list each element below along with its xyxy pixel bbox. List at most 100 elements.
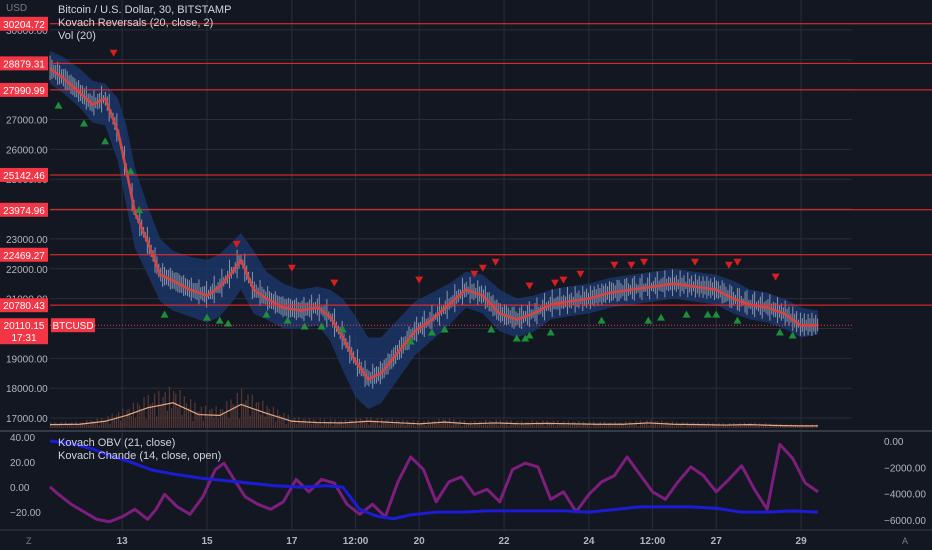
volume-bar — [521, 420, 523, 428]
zoom-toggle-button[interactable]: Z — [26, 536, 32, 546]
volume-bar — [190, 399, 192, 428]
volume-bar — [533, 424, 536, 428]
volume-bar — [635, 420, 637, 428]
volume-bar — [274, 421, 277, 428]
osc-right-tick: −2000.00 — [884, 463, 926, 474]
volume-bar — [268, 408, 270, 428]
volume-bar — [682, 422, 684, 428]
osc-right-tick: −4000.00 — [884, 490, 926, 501]
volume-bar — [423, 420, 425, 428]
volume-bar — [310, 424, 313, 428]
volume-bar — [109, 424, 111, 428]
volume-bar — [183, 396, 185, 428]
volume-bar — [459, 419, 461, 428]
legend-symbol[interactable]: Bitcoin / U.S. Dollar, 30, BITSTAMP — [58, 4, 231, 17]
volume-bar — [629, 421, 631, 428]
volume-bar — [506, 420, 508, 428]
volume-bar — [255, 402, 258, 428]
volume-bar — [385, 420, 387, 428]
volume-bar — [618, 422, 620, 428]
volume-bar — [434, 420, 436, 428]
volume-bar — [554, 425, 557, 428]
current-price-label: 20110.15 — [4, 321, 45, 332]
volume-bar — [107, 416, 109, 428]
volume-bar — [705, 425, 707, 428]
volume-bar — [168, 386, 171, 428]
volume-bar — [627, 425, 629, 428]
volume-bar — [187, 408, 190, 428]
volume-bar — [711, 423, 714, 428]
volume-bar — [720, 426, 722, 428]
volume-bar — [355, 418, 357, 428]
volume-bar — [777, 426, 780, 428]
volume-bar — [580, 425, 582, 428]
volume-bar — [750, 423, 752, 428]
volume-bar — [605, 424, 608, 428]
auto-scale-button[interactable]: A — [902, 536, 908, 546]
level-tag-label: 25142.46 — [3, 171, 45, 182]
volume-bar — [792, 426, 794, 428]
time-axis-tick: 27 — [711, 536, 723, 547]
level-tag-label: 20780.43 — [3, 301, 45, 312]
volume-bar — [656, 421, 659, 428]
volume-bar — [164, 392, 166, 428]
legend-kovach-reversals[interactable]: Kovach Reversals (20, close, 2) — [58, 17, 231, 30]
time-axis-tick: 13 — [117, 536, 129, 547]
price-axis-tick: 18000.00 — [6, 384, 48, 395]
volume-bar — [491, 421, 493, 428]
volume-bar — [508, 425, 510, 428]
volume-bar — [442, 419, 444, 428]
volume-bar — [402, 419, 404, 428]
volume-bar — [277, 409, 279, 428]
volume-bar — [296, 423, 298, 428]
volume-bar — [383, 422, 385, 428]
volume-bar — [620, 422, 623, 428]
volume-bar — [675, 422, 678, 428]
volume-bar — [185, 403, 188, 428]
trading-chart[interactable]: 17000.0018000.0019000.0020000.0021000.00… — [0, 0, 932, 550]
volume-bar — [194, 402, 196, 428]
volume-bar — [115, 415, 118, 428]
volume-bar — [387, 419, 389, 428]
volume-bar — [353, 422, 355, 428]
volume-bar — [429, 423, 432, 428]
volume-bar — [285, 424, 287, 428]
volume-bar — [321, 425, 323, 428]
legend-kovach-chande[interactable]: Kovach Chande (14, close, open) — [58, 450, 221, 463]
volume-bar — [170, 407, 173, 428]
volume-bar — [578, 421, 580, 428]
volume-bar — [251, 394, 253, 428]
legend-volume[interactable]: Vol (20) — [58, 30, 231, 43]
volume-bar — [624, 421, 627, 428]
osc-right-tick: 0.00 — [884, 437, 904, 448]
volume-bar — [304, 419, 306, 428]
volume-bar — [323, 419, 325, 428]
volume-bar — [166, 410, 168, 428]
volume-bar — [546, 420, 548, 428]
volume-bar — [370, 417, 372, 428]
volume-bar — [431, 421, 434, 428]
volume-bar — [272, 406, 275, 428]
volume-bar — [60, 422, 62, 428]
volume-bar — [111, 413, 113, 428]
level-tag-label: 22469.27 — [3, 251, 45, 262]
volume-bar — [658, 424, 661, 428]
volume-bar — [667, 422, 669, 428]
volume-bar — [173, 390, 175, 428]
volume-bar — [516, 421, 519, 428]
volume-bar — [669, 424, 671, 428]
volume-bar — [306, 423, 309, 428]
volume-bar — [204, 405, 207, 428]
volume-bar — [552, 420, 555, 428]
volume-bar — [476, 423, 478, 428]
volume-bar — [425, 425, 427, 428]
volume-bar — [692, 422, 695, 428]
legend-kovach-obv[interactable]: Kovach OBV (21, close) — [58, 437, 221, 450]
volume-bar — [803, 426, 805, 428]
price-axis-tick: 23000.00 — [6, 235, 48, 246]
volume-bar — [359, 418, 362, 428]
volume-bar — [192, 421, 194, 428]
main-legend: Bitcoin / U.S. Dollar, 30, BITSTAMP Kova… — [58, 4, 231, 43]
volume-bar — [342, 424, 345, 428]
volume-bar — [366, 417, 368, 428]
